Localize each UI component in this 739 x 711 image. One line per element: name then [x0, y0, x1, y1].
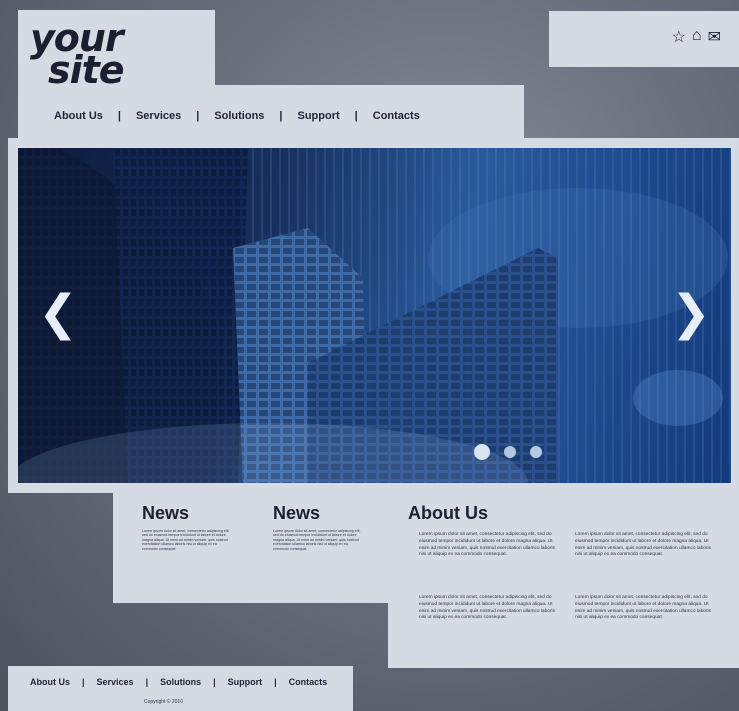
slider-dots: [474, 444, 542, 460]
footer-nav-separator: |: [274, 677, 277, 687]
slider-dot[interactable]: [474, 444, 490, 460]
news-heading[interactable]: News: [273, 503, 320, 524]
star-icon[interactable]: ☆: [672, 27, 686, 47]
news-heading[interactable]: News: [142, 503, 189, 524]
footer-nav: About Us | Services | Solutions | Suppor…: [30, 677, 327, 687]
about-panel: About Us Lorem ipsum dolor sit amet, con…: [388, 483, 739, 668]
news-text: Lorem ipsum dolor sit amet, consectetur …: [273, 529, 361, 551]
slider-prev-arrow[interactable]: ❮: [38, 290, 78, 338]
nav-separator: |: [117, 110, 121, 122]
header-icons-panel: ☆ ⌂ ✉: [549, 11, 739, 67]
footer-nav-separator: |: [82, 677, 85, 687]
about-paragraph: Lorem ipsum dolor sit amet, consectetur …: [419, 595, 555, 621]
about-paragraph: Lorem ipsum dolor sit amet, consectetur …: [575, 532, 711, 558]
about-heading[interactable]: About Us: [408, 503, 488, 524]
footer-nav-about-us[interactable]: About Us: [30, 677, 70, 687]
nav-contacts[interactable]: Contacts: [373, 110, 420, 122]
about-paragraph: Lorem ipsum dolor sit amet, consectetur …: [575, 595, 711, 621]
footer-nav-separator: |: [213, 677, 216, 687]
header-icons: ☆ ⌂ ✉: [672, 27, 721, 47]
nav-separator: |: [354, 110, 358, 122]
nav-separator: |: [196, 110, 200, 122]
copyright-text: Copyright © 2010: [144, 699, 183, 705]
footer-nav-contacts[interactable]: Contacts: [289, 677, 328, 687]
nav-separator: |: [279, 110, 283, 122]
main-nav: About Us | Services | Solutions | Suppor…: [54, 110, 420, 122]
home-icon[interactable]: ⌂: [692, 27, 702, 47]
nav-services[interactable]: Services: [136, 110, 181, 122]
footer-nav-services[interactable]: Services: [97, 677, 134, 687]
slider-next-arrow[interactable]: ❯: [671, 290, 711, 338]
mail-icon[interactable]: ✉: [708, 27, 721, 47]
nav-about-us[interactable]: About Us: [54, 110, 103, 122]
footer-nav-separator: |: [145, 677, 149, 687]
footer-panel: About Us | Services | Solutions | Suppor…: [8, 666, 353, 711]
news-text: Lorem ipsum dolor sit amet, consectetur …: [142, 529, 230, 551]
slider-dot[interactable]: [504, 446, 516, 458]
nav-solutions[interactable]: Solutions: [214, 110, 264, 122]
footer-nav-solutions[interactable]: Solutions: [160, 677, 201, 687]
news-panel: News Lorem ipsum dolor sit amet, consect…: [113, 483, 391, 603]
nav-support[interactable]: Support: [298, 110, 340, 122]
footer-nav-support[interactable]: Support: [228, 677, 263, 687]
site-logo[interactable]: your site: [30, 19, 125, 89]
slider-dot[interactable]: [530, 446, 542, 458]
hero-slider: ❮ ❯: [18, 148, 731, 483]
about-paragraph: Lorem ipsum dolor sit amet, consectetur …: [419, 532, 555, 558]
city-skyline-image: [18, 148, 731, 483]
